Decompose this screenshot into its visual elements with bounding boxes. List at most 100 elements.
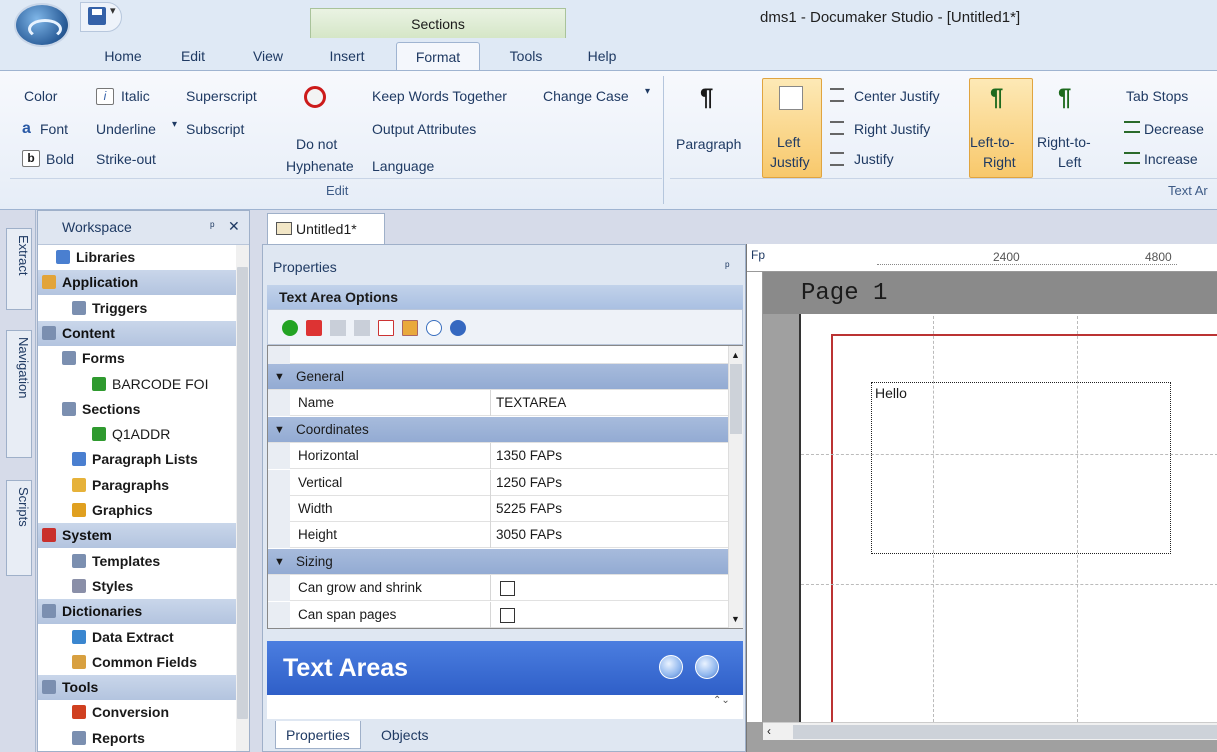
property-row[interactable]: Width 5225 FAPs — [268, 496, 728, 522]
property-grid-scrollbar[interactable]: ▲ ▼ — [728, 346, 743, 628]
document-tab-untitled1[interactable]: Untitled1* — [267, 213, 385, 244]
scroll-down-icon[interactable]: ▼ — [731, 614, 741, 624]
rail-tab-extract[interactable]: Extract — [6, 228, 32, 310]
collapse-icon[interactable]: ▼ — [274, 549, 285, 575]
center-justify-button[interactable]: Center Justify — [854, 88, 940, 104]
page-scroll-thumb[interactable] — [793, 725, 1217, 739]
info-icon[interactable] — [426, 320, 442, 336]
tab-format[interactable]: Format — [396, 42, 480, 70]
justify-button[interactable]: Justify — [854, 151, 894, 167]
previous-icon[interactable] — [330, 320, 346, 336]
tab-insert[interactable]: Insert — [318, 42, 376, 70]
property-row[interactable]: Horizontal 1350 FAPs — [268, 443, 728, 470]
underline-dropdown-icon[interactable]: ▾ — [172, 119, 177, 130]
change-case-dropdown-icon[interactable]: ▾ — [645, 86, 650, 97]
application-menu-button[interactable] — [14, 3, 70, 47]
italic-button[interactable]: Italic — [121, 88, 150, 104]
property-row[interactable]: Height 3050 FAPs — [268, 522, 728, 549]
decrease-indent-button[interactable]: Decrease — [1144, 121, 1204, 137]
text-area-object[interactable] — [871, 382, 1171, 554]
tab-home[interactable]: Home — [92, 42, 154, 70]
tab-help[interactable]: Help — [578, 42, 626, 70]
bold-button[interactable]: Bold — [46, 151, 74, 167]
previous-circle-icon[interactable] — [659, 655, 683, 679]
rail-tab-navigation[interactable]: Navigation — [6, 330, 32, 458]
language-button[interactable]: Language — [372, 158, 434, 174]
property-checkbox[interactable] — [500, 581, 515, 597]
remove-document-icon[interactable] — [378, 320, 394, 336]
tree-item[interactable]: Forms — [38, 346, 236, 371]
property-value[interactable]: 1250 FAPs — [496, 470, 562, 496]
tree-item[interactable]: Templates — [38, 549, 236, 574]
tab-edit[interactable]: Edit — [174, 42, 212, 70]
strikeout-button[interactable]: Strike-out — [96, 151, 156, 167]
collapse-icon[interactable]: ▼ — [274, 364, 285, 390]
property-row[interactable]: Name TEXTAREA — [268, 390, 728, 417]
superscript-button[interactable]: Superscript — [186, 88, 257, 104]
tree-item[interactable]: Triggers — [38, 296, 236, 321]
next-icon[interactable] — [354, 320, 370, 336]
property-grid-scroll-thumb[interactable] — [730, 364, 742, 434]
tree-item[interactable]: Sections — [38, 397, 236, 422]
tree-category[interactable]: System — [38, 523, 236, 549]
underline-button[interactable]: Underline — [96, 121, 156, 137]
property-row[interactable]: Can span pages — [268, 601, 728, 628]
scroll-up-icon[interactable]: ▲ — [731, 350, 741, 360]
pane-tab-properties[interactable]: Properties — [275, 721, 361, 749]
tree-category[interactable]: Tools — [38, 675, 236, 701]
pin-icon[interactable]: ᵖ — [210, 219, 215, 233]
add-icon[interactable] — [282, 320, 298, 336]
tab-view[interactable]: View — [246, 42, 290, 70]
color-button[interactable]: Color — [24, 88, 57, 104]
scrollbar-thumb[interactable] — [237, 267, 248, 719]
tree-item[interactable]: Conversion — [38, 700, 236, 725]
tree-item[interactable]: Paragraphs — [38, 473, 236, 498]
right-to-left-label-1[interactable]: Right-to- — [1037, 134, 1091, 150]
property-value[interactable]: 1350 FAPs — [496, 443, 562, 469]
tree-item[interactable]: Libraries — [38, 245, 236, 270]
qat-dropdown-icon[interactable]: ▾ — [110, 4, 116, 17]
tree-item[interactable]: Common Fields — [38, 650, 236, 675]
property-row[interactable]: Can grow and shrink — [268, 575, 728, 602]
pane-tab-objects[interactable]: Objects — [371, 721, 438, 749]
tree-item[interactable]: Styles — [38, 574, 236, 599]
next-circle-icon[interactable] — [695, 655, 719, 679]
property-value[interactable]: 3050 FAPs — [496, 522, 562, 548]
page-horizontal-scrollbar[interactable]: ‹ — [763, 722, 1217, 740]
property-value[interactable]: TEXTAREA — [496, 390, 566, 416]
save-icon[interactable] — [88, 7, 106, 25]
right-justify-button[interactable]: Right Justify — [854, 121, 930, 137]
tree-item[interactable]: Data Extract — [38, 625, 236, 650]
tree-category[interactable]: Dictionaries — [38, 599, 236, 625]
delete-icon[interactable] — [306, 320, 322, 336]
property-category-row[interactable]: ▼ General — [268, 364, 728, 390]
tree-item[interactable]: Reports — [38, 726, 236, 751]
rail-tab-scripts[interactable]: Scripts — [6, 480, 32, 576]
workspace-scrollbar[interactable] — [236, 245, 249, 751]
close-icon[interactable]: ✕ — [228, 218, 240, 235]
properties-icon[interactable] — [402, 320, 418, 336]
increase-indent-button[interactable]: Increase — [1144, 151, 1198, 167]
change-case-button[interactable]: Change Case — [543, 88, 629, 104]
subscript-button[interactable]: Subscript — [186, 121, 244, 137]
tree-category[interactable]: Content — [38, 320, 236, 346]
right-to-left-label-2[interactable]: Left — [1058, 154, 1081, 170]
banner-scroll-icon[interactable]: ⌃⌄ — [713, 695, 730, 719]
properties-pin-icon[interactable]: ᵖ — [725, 259, 730, 273]
paragraph-button[interactable]: Paragraph — [676, 136, 741, 152]
tree-item[interactable]: Graphics — [38, 498, 236, 523]
hyphenate-label[interactable]: Hyphenate — [286, 158, 354, 174]
scroll-left-icon[interactable]: ‹ — [767, 724, 771, 738]
text-area-content[interactable]: Hello — [875, 385, 907, 401]
tree-item[interactable]: Paragraph Lists — [38, 447, 236, 472]
help-icon[interactable] — [450, 320, 466, 336]
font-button[interactable]: Font — [40, 121, 68, 137]
collapse-icon[interactable]: ▼ — [274, 417, 285, 443]
do-not-label[interactable]: Do not — [296, 136, 337, 152]
tree-category[interactable]: Application — [38, 270, 236, 296]
keep-words-together-button[interactable]: Keep Words Together — [372, 88, 507, 104]
tree-item[interactable]: Q1ADDR — [38, 422, 236, 447]
property-value[interactable]: 5225 FAPs — [496, 496, 562, 522]
tree-item[interactable]: BARCODE FOI — [38, 372, 236, 397]
tab-stops-button[interactable]: Tab Stops — [1126, 88, 1188, 104]
